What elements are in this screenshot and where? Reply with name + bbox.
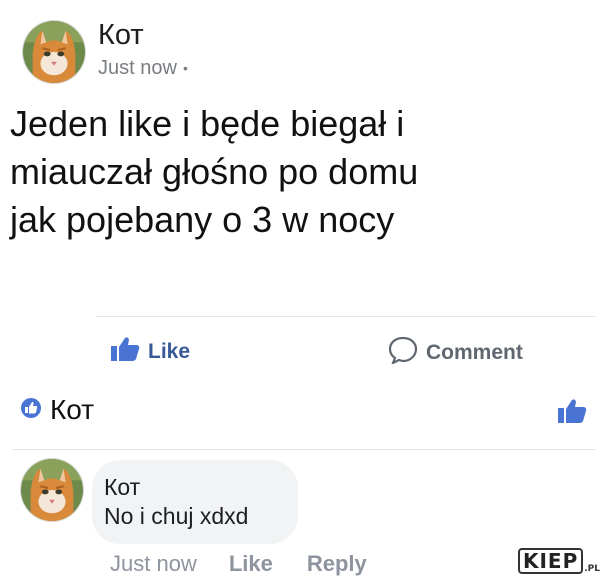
commenter-avatar[interactable] <box>20 458 84 522</box>
comment-like-button[interactable]: Like <box>229 551 273 577</box>
reaction-row: Кот <box>20 394 595 430</box>
post-author-name[interactable]: Кот <box>98 20 188 51</box>
watermark-suffix: .PL <box>584 564 600 574</box>
like-button-label: Like <box>148 340 191 363</box>
comment-button[interactable]: Comment <box>388 336 523 370</box>
comment-button-label: Comment <box>426 341 523 364</box>
divider <box>96 316 596 317</box>
comment-author-name[interactable]: Кот <box>104 474 298 500</box>
cat-avatar-image <box>23 21 85 83</box>
like-button[interactable]: Like <box>110 336 190 368</box>
comment-text: No i chuj xdxd <box>104 503 249 529</box>
comment-actions: Just now Like Reply <box>110 551 367 577</box>
post-meta: Кот Just now • <box>98 20 188 79</box>
facebook-post-screenshot: Кот Just now • Jeden like i będe biegał … <box>0 0 610 582</box>
post-header: Кот Just now • <box>22 20 188 84</box>
reaction-like-icon[interactable] <box>557 398 587 429</box>
speech-bubble-icon <box>388 336 418 370</box>
comment-timestamp[interactable]: Just now <box>110 551 197 577</box>
post-timestamp[interactable]: Just now <box>98 57 177 80</box>
reactor[interactable]: Кот <box>20 394 595 426</box>
reactor-name: Кот <box>50 394 95 425</box>
watermark-logo: KIEP <box>517 548 584 574</box>
post-text: Jeden like i będe biegał i miauczał głoś… <box>10 103 419 240</box>
post-time-row: Just now • <box>98 57 188 80</box>
privacy-dot: • <box>182 60 188 77</box>
comment-reply-button[interactable]: Reply <box>307 551 367 577</box>
thumbs-up-icon <box>110 336 140 368</box>
watermark: KIEP .PL <box>517 548 600 574</box>
author-avatar[interactable] <box>22 20 86 84</box>
post-actions: Like Comment <box>0 330 610 374</box>
like-badge-icon <box>20 397 42 424</box>
cat-avatar-image <box>21 459 83 521</box>
comment-bubble: Кот No i chuj xdxd <box>92 460 298 544</box>
divider <box>12 449 596 450</box>
